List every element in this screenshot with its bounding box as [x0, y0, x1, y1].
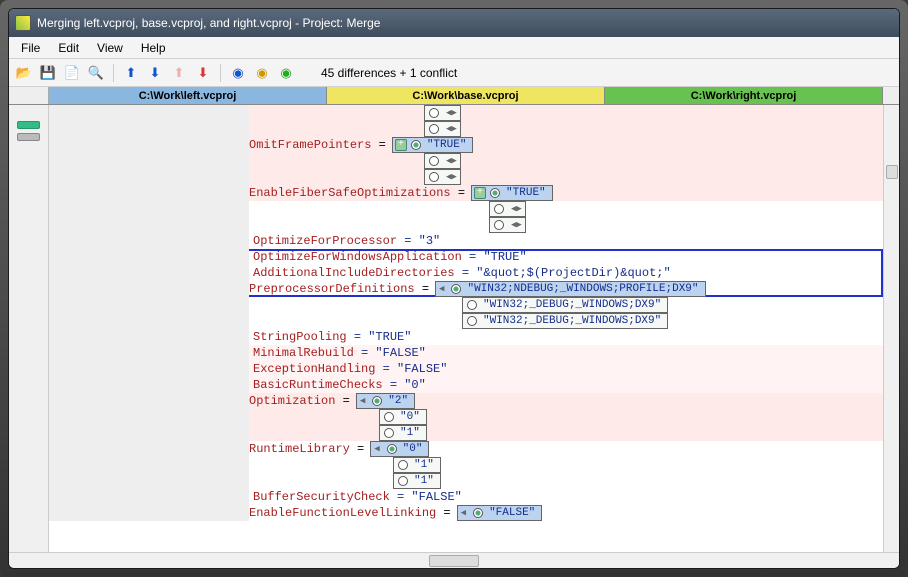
chip-omitframe-c[interactable]: ◀▶ — [424, 169, 461, 185]
row-addlinc: AdditionalIncludeDirectories = "&quot;$(… — [49, 265, 883, 281]
row-bufseccheck: BufferSecurityCheck = "FALSE" — [49, 489, 883, 505]
chip-rt-1[interactable]: ◀"0" — [370, 441, 429, 457]
tb-down-blue-icon[interactable]: ⬇ — [146, 64, 164, 82]
row-optforwin: OptimizeForWindowsApplication = "TRUE" — [49, 249, 883, 265]
menu-view[interactable]: View — [89, 39, 131, 57]
chip-blank[interactable]: ◀▶ — [424, 121, 461, 137]
chip-fibersafe-c[interactable]: ◀▶ — [489, 217, 526, 233]
col-base[interactable]: C:\Work\base.vcproj — [327, 87, 605, 104]
chip-opt-3[interactable]: "1" — [379, 425, 427, 441]
row-runtimelib: RuntimeLibrary = ◀"0" — [49, 441, 883, 457]
col-right[interactable]: C:\Work\right.vcproj — [605, 87, 883, 104]
chip-rt-3[interactable]: "1" — [393, 473, 441, 489]
chip-preproc-3[interactable]: "WIN32;_DEBUG;_WINDOWS;DX9" — [462, 313, 668, 329]
row-minrebuild: MinimalRebuild = "FALSE" — [49, 345, 883, 361]
col-left[interactable]: C:\Work\left.vcproj — [49, 87, 327, 104]
tb-mark-base-icon[interactable]: ◉ — [253, 64, 271, 82]
tb-mark-right-icon[interactable]: ◉ — [277, 64, 295, 82]
chip-preproc-2[interactable]: "WIN32;_DEBUG;_WINDOWS;DX9" — [462, 297, 668, 313]
chip-fibersafe-b[interactable]: ◀▶ — [489, 201, 526, 217]
diff-status: 45 differences + 1 conflict — [321, 66, 457, 80]
tb-find-icon[interactable]: 🔍 — [87, 64, 105, 82]
toolbar: 📂 💾 📄 🔍 ⬆ ⬇ ⬆ ⬇ ◉ ◉ ◉ 45 differences + 1… — [9, 59, 899, 87]
tb-open-icon[interactable]: 📂 — [15, 64, 33, 82]
menubar: File Edit View Help — [9, 37, 899, 59]
row-basicruntime: BasicRuntimeChecks = "0" — [49, 377, 883, 393]
row-enablefunclink: EnableFunctionLevelLinking = ◀"FALSE" — [49, 505, 883, 521]
app-icon — [15, 15, 31, 31]
row-blank-2: ◀▶ — [49, 121, 883, 137]
tb-mark-left-icon[interactable]: ◉ — [229, 64, 247, 82]
chip-rt-2[interactable]: "1" — [393, 457, 441, 473]
row-preproc: PreprocessorDefinitions = ◀"WIN32;NDEBUG… — [49, 281, 883, 297]
row-blank-1: ◀▶ — [49, 105, 883, 121]
menu-edit[interactable]: Edit — [50, 39, 87, 57]
row-exchandling: ExceptionHandling = "FALSE" — [49, 361, 883, 377]
row-stringpooling: StringPooling = "TRUE" — [49, 329, 883, 345]
chip-fibersafe-sel[interactable]: +"TRUE" — [471, 185, 553, 201]
merge-view: ◀▶ ◀▶ OmitFramePointers = +"TRUE" ◀▶ — [9, 105, 899, 552]
menu-help[interactable]: Help — [133, 39, 174, 57]
window-title: Merging left.vcproj, base.vcproj, and ri… — [37, 16, 380, 30]
tb-saveas-icon[interactable]: 📄 — [63, 64, 81, 82]
vscrollbar[interactable] — [883, 105, 899, 552]
row-omitframepointers: OmitFramePointers = +"TRUE" — [49, 137, 883, 153]
column-headers: C:\Work\left.vcproj C:\Work\base.vcproj … — [9, 87, 899, 105]
row-optimization: Optimization = ◀"2" — [49, 393, 883, 409]
hscrollbar[interactable] — [9, 552, 899, 568]
app-window: Merging left.vcproj, base.vcproj, and ri… — [8, 8, 900, 569]
content[interactable]: ◀▶ ◀▶ OmitFramePointers = +"TRUE" ◀▶ — [49, 105, 883, 552]
tb-up-red-icon[interactable]: ⬆ — [170, 64, 188, 82]
chip-opt-2[interactable]: "0" — [379, 409, 427, 425]
tb-down-red-icon[interactable]: ⬇ — [194, 64, 212, 82]
chip-preproc-1[interactable]: ◀"WIN32;NDEBUG;_WINDOWS;PROFILE;DX9" — [435, 281, 705, 297]
row-optforproc: OptimizeForProcessor = "3" — [49, 233, 883, 249]
menu-file[interactable]: File — [13, 39, 48, 57]
row-enablefibersafe: EnableFiberSafeOptimizations = +"TRUE" — [49, 185, 883, 201]
gutter — [9, 105, 49, 552]
chip-funclink-sel[interactable]: ◀"FALSE" — [457, 505, 543, 521]
chip-blank[interactable]: ◀▶ — [424, 105, 461, 121]
tb-up-blue-icon[interactable]: ⬆ — [122, 64, 140, 82]
tb-save-icon[interactable]: 💾 — [39, 64, 57, 82]
chip-opt-1[interactable]: ◀"2" — [356, 393, 415, 409]
chip-omitframe-sel[interactable]: +"TRUE" — [392, 137, 474, 153]
chip-omitframe-b[interactable]: ◀▶ — [424, 153, 461, 169]
titlebar[interactable]: Merging left.vcproj, base.vcproj, and ri… — [9, 9, 899, 37]
